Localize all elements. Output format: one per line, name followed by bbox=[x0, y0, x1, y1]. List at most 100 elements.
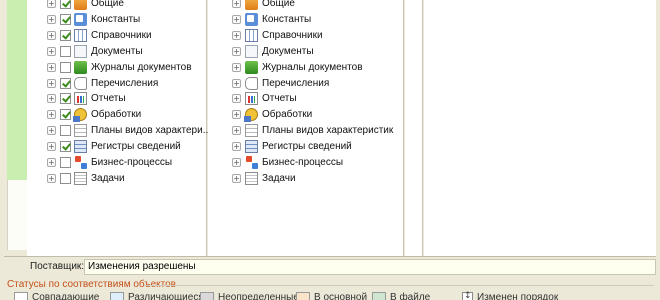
expand-icon[interactable]: + bbox=[232, 0, 241, 8]
tree-item-label: Отчеты bbox=[91, 93, 126, 105]
expand-icon[interactable]: + bbox=[232, 14, 241, 24]
expand-icon[interactable]: + bbox=[47, 62, 56, 72]
expand-icon[interactable]: + bbox=[47, 94, 56, 104]
tree-item[interactable]: + Регистры сведений bbox=[47, 139, 181, 154]
tree-item[interactable]: + Константы bbox=[47, 12, 140, 27]
tree-item[interactable]: + Документы bbox=[232, 44, 314, 59]
tree-item[interactable]: + Константы bbox=[232, 12, 311, 27]
tree-item-checkbox[interactable] bbox=[60, 125, 71, 137]
tree-item-label: Общие bbox=[91, 0, 124, 9]
status-color-box bbox=[110, 291, 124, 300]
enumerations-icon bbox=[245, 76, 258, 90]
expand-icon[interactable]: + bbox=[47, 14, 56, 24]
tree-item[interactable]: + Перечисления bbox=[47, 76, 158, 91]
expand-icon[interactable]: + bbox=[232, 158, 241, 167]
tree-item-checkbox[interactable] bbox=[60, 45, 71, 57]
expand-icon[interactable]: + bbox=[47, 158, 56, 167]
status-color-box bbox=[296, 291, 310, 300]
expand-icon[interactable]: + bbox=[47, 0, 56, 8]
tree-divider-column bbox=[405, 0, 423, 256]
tree-item[interactable]: + Задачи bbox=[47, 171, 125, 186]
tree-item-checkbox[interactable] bbox=[60, 61, 71, 73]
expand-icon[interactable]: + bbox=[232, 142, 241, 152]
tree-item[interactable]: + Журналы документов bbox=[47, 60, 192, 75]
tree-item[interactable]: + Планы видов характеристик bbox=[232, 123, 393, 138]
tree-item[interactable]: + Отчеты bbox=[47, 91, 126, 106]
file-configuration-tree: + Общие + Константы + Справочники + Документы + Ж… bbox=[208, 0, 404, 256]
tasks-icon bbox=[245, 171, 258, 185]
common-icon bbox=[245, 0, 258, 10]
tree-item-checkbox[interactable] bbox=[60, 93, 71, 105]
tree-item[interactable]: + Бизнес-процессы bbox=[47, 155, 172, 170]
document-journals-icon bbox=[245, 60, 258, 74]
expand-icon[interactable]: + bbox=[232, 126, 241, 136]
tree-item[interactable]: + Задачи bbox=[232, 171, 296, 186]
order-changed-label: Изменен порядок bbox=[477, 291, 559, 300]
documents-icon bbox=[245, 44, 258, 58]
status-swatch-label: В основной bbox=[314, 291, 368, 300]
tree-item-label: Обработки bbox=[91, 109, 142, 121]
tree-item-label: Планы видов характери... bbox=[91, 125, 212, 137]
tree-item[interactable]: + Общие bbox=[47, 0, 124, 11]
status-swatch-label: Неопределенные bbox=[218, 291, 299, 300]
documents-icon bbox=[74, 44, 87, 58]
expand-icon[interactable]: + bbox=[232, 173, 241, 183]
enumerations-icon bbox=[74, 76, 87, 90]
tree-item[interactable]: + Документы bbox=[47, 44, 143, 59]
tree-item-checkbox[interactable] bbox=[60, 29, 71, 41]
tree-item-checkbox[interactable] bbox=[60, 172, 71, 184]
expand-icon[interactable]: + bbox=[232, 78, 241, 88]
tree-item-label: Регистры сведений bbox=[91, 141, 181, 153]
expand-icon[interactable]: + bbox=[47, 126, 56, 136]
expand-icon[interactable]: + bbox=[47, 110, 56, 120]
tree-item[interactable]: + Обработки bbox=[47, 107, 142, 123]
characteristic-types-icon bbox=[74, 124, 87, 138]
tree-item-label: Константы bbox=[91, 13, 141, 25]
tree-item[interactable]: + Бизнес-процессы bbox=[232, 155, 343, 170]
tree-item[interactable]: + Общие bbox=[232, 0, 295, 11]
tree-item[interactable]: + Справочники bbox=[47, 28, 152, 43]
expand-icon[interactable]: + bbox=[47, 78, 56, 88]
supplier-field[interactable]: Изменения разрешены bbox=[84, 259, 656, 275]
main-configuration-tree: + Общие + Константы + Справочники + Документы + Ж… bbox=[27, 0, 211, 256]
tree-item-label: Перечисления bbox=[91, 77, 159, 89]
tree-item[interactable]: + Отчеты bbox=[232, 91, 297, 106]
expand-icon[interactable]: + bbox=[232, 30, 241, 40]
tree-item[interactable]: + Журналы документов bbox=[232, 60, 363, 75]
tree-item-checkbox[interactable] bbox=[60, 157, 71, 168]
reports-icon bbox=[245, 92, 258, 106]
tree-item-label: Журналы документов bbox=[262, 61, 363, 73]
tree-item-checkbox[interactable] bbox=[60, 109, 71, 121]
properties-panel bbox=[424, 0, 656, 256]
tree-item[interactable]: + Перечисления bbox=[232, 76, 329, 91]
tree-item[interactable]: + Планы видов характери... bbox=[47, 123, 211, 138]
status-swatch-label: В файле bbox=[390, 291, 431, 300]
supplier-row: Поставщик: Изменения разрешены bbox=[0, 259, 660, 276]
status-color-box bbox=[372, 291, 386, 300]
status-swatch: В файле bbox=[372, 291, 430, 300]
expand-icon[interactable]: + bbox=[47, 30, 56, 40]
catalogs-icon bbox=[74, 28, 87, 42]
status-swatch-label: Различающиеся bbox=[128, 291, 204, 300]
tree-item[interactable]: + Регистры сведений bbox=[232, 139, 352, 154]
tree-item[interactable]: + Справочники bbox=[232, 28, 323, 43]
expand-icon[interactable]: + bbox=[232, 110, 241, 120]
tree-item-checkbox[interactable] bbox=[60, 0, 71, 9]
expand-icon[interactable]: + bbox=[232, 62, 241, 72]
tree-item-label: Бизнес-процессы bbox=[262, 157, 344, 168]
expand-icon[interactable]: + bbox=[47, 142, 56, 152]
status-swatch: Неопределенные bbox=[200, 291, 299, 300]
tree-item[interactable]: + Обработки bbox=[232, 107, 312, 123]
tree-item-label: Бизнес-процессы bbox=[91, 157, 173, 168]
tree-item-label: Документы bbox=[91, 45, 143, 57]
expand-icon[interactable]: + bbox=[47, 173, 56, 183]
tree-item-checkbox[interactable] bbox=[60, 13, 71, 25]
status-legend-rule bbox=[144, 285, 654, 286]
expand-icon[interactable]: + bbox=[47, 46, 56, 56]
status-color-strip-empty bbox=[7, 180, 27, 250]
tree-item-checkbox[interactable] bbox=[60, 77, 71, 89]
expand-icon[interactable]: + bbox=[232, 46, 241, 56]
tree-item-label: Отчеты bbox=[262, 93, 297, 105]
tree-item-checkbox[interactable] bbox=[60, 141, 71, 153]
expand-icon[interactable]: + bbox=[232, 94, 241, 104]
